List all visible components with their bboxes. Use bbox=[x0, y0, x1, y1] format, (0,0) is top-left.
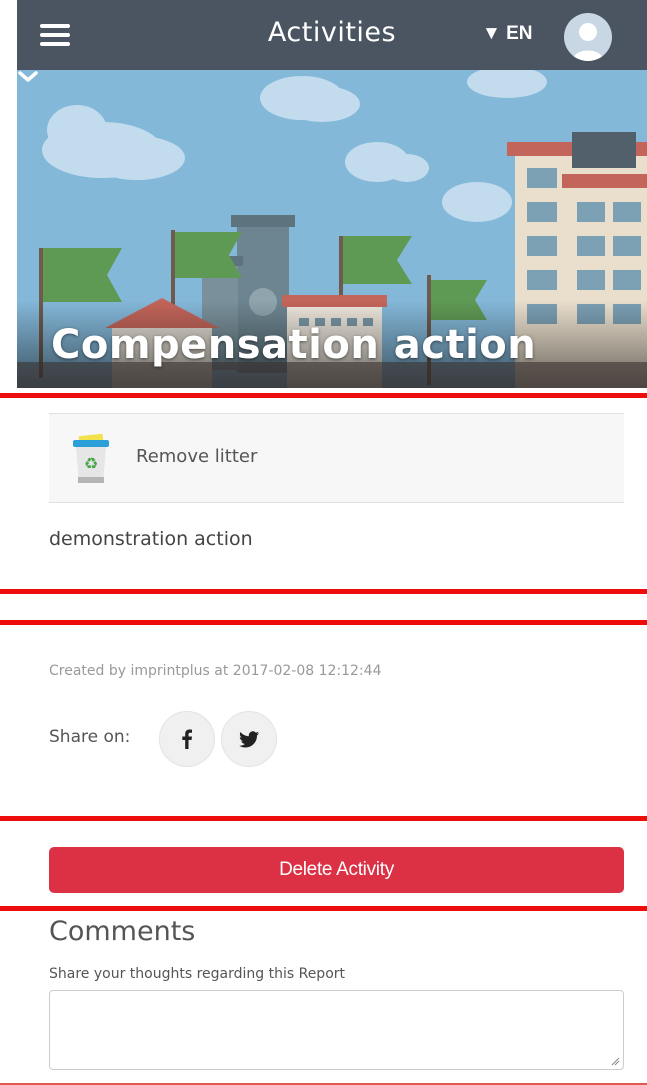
action-type-label: Remove litter bbox=[136, 446, 258, 467]
facebook-icon bbox=[182, 729, 192, 749]
activity-title: Compensation action bbox=[51, 322, 537, 368]
action-type-card: ♻ Remove litter bbox=[49, 413, 624, 503]
share-label: Share on: bbox=[49, 727, 131, 747]
separator-line bbox=[0, 816, 647, 821]
separator-line bbox=[0, 589, 647, 594]
comments-hint: Share your thoughts regarding this Repor… bbox=[49, 966, 346, 982]
twitter-icon bbox=[239, 731, 259, 748]
page-title: Activities bbox=[267, 17, 397, 48]
recycle-bin-icon: ♻ bbox=[73, 433, 109, 483]
avatar[interactable] bbox=[564, 13, 612, 61]
svg-text:♻: ♻ bbox=[84, 454, 98, 473]
comment-input[interactable] bbox=[49, 990, 624, 1070]
separator-line bbox=[0, 620, 647, 625]
created-info: Created by imprintplus at 2017-02-08 12:… bbox=[49, 663, 382, 679]
facebook-share-button[interactable] bbox=[159, 711, 215, 767]
top-bar: Activities ▼ EN bbox=[17, 0, 647, 70]
chevron-down-icon[interactable] bbox=[17, 70, 39, 84]
separator-line bbox=[0, 393, 647, 398]
activity-description: demonstration action bbox=[49, 528, 253, 550]
twitter-share-button[interactable] bbox=[221, 711, 277, 767]
separator-line bbox=[0, 906, 647, 911]
hero-banner: Compensation action bbox=[17, 70, 647, 388]
user-icon bbox=[572, 23, 604, 61]
resize-grip-icon[interactable] bbox=[610, 1056, 620, 1066]
comments-heading: Comments bbox=[49, 916, 196, 947]
language-selector[interactable]: ▼ EN bbox=[482, 23, 532, 45]
delete-activity-button[interactable]: Delete Activity bbox=[49, 847, 624, 893]
